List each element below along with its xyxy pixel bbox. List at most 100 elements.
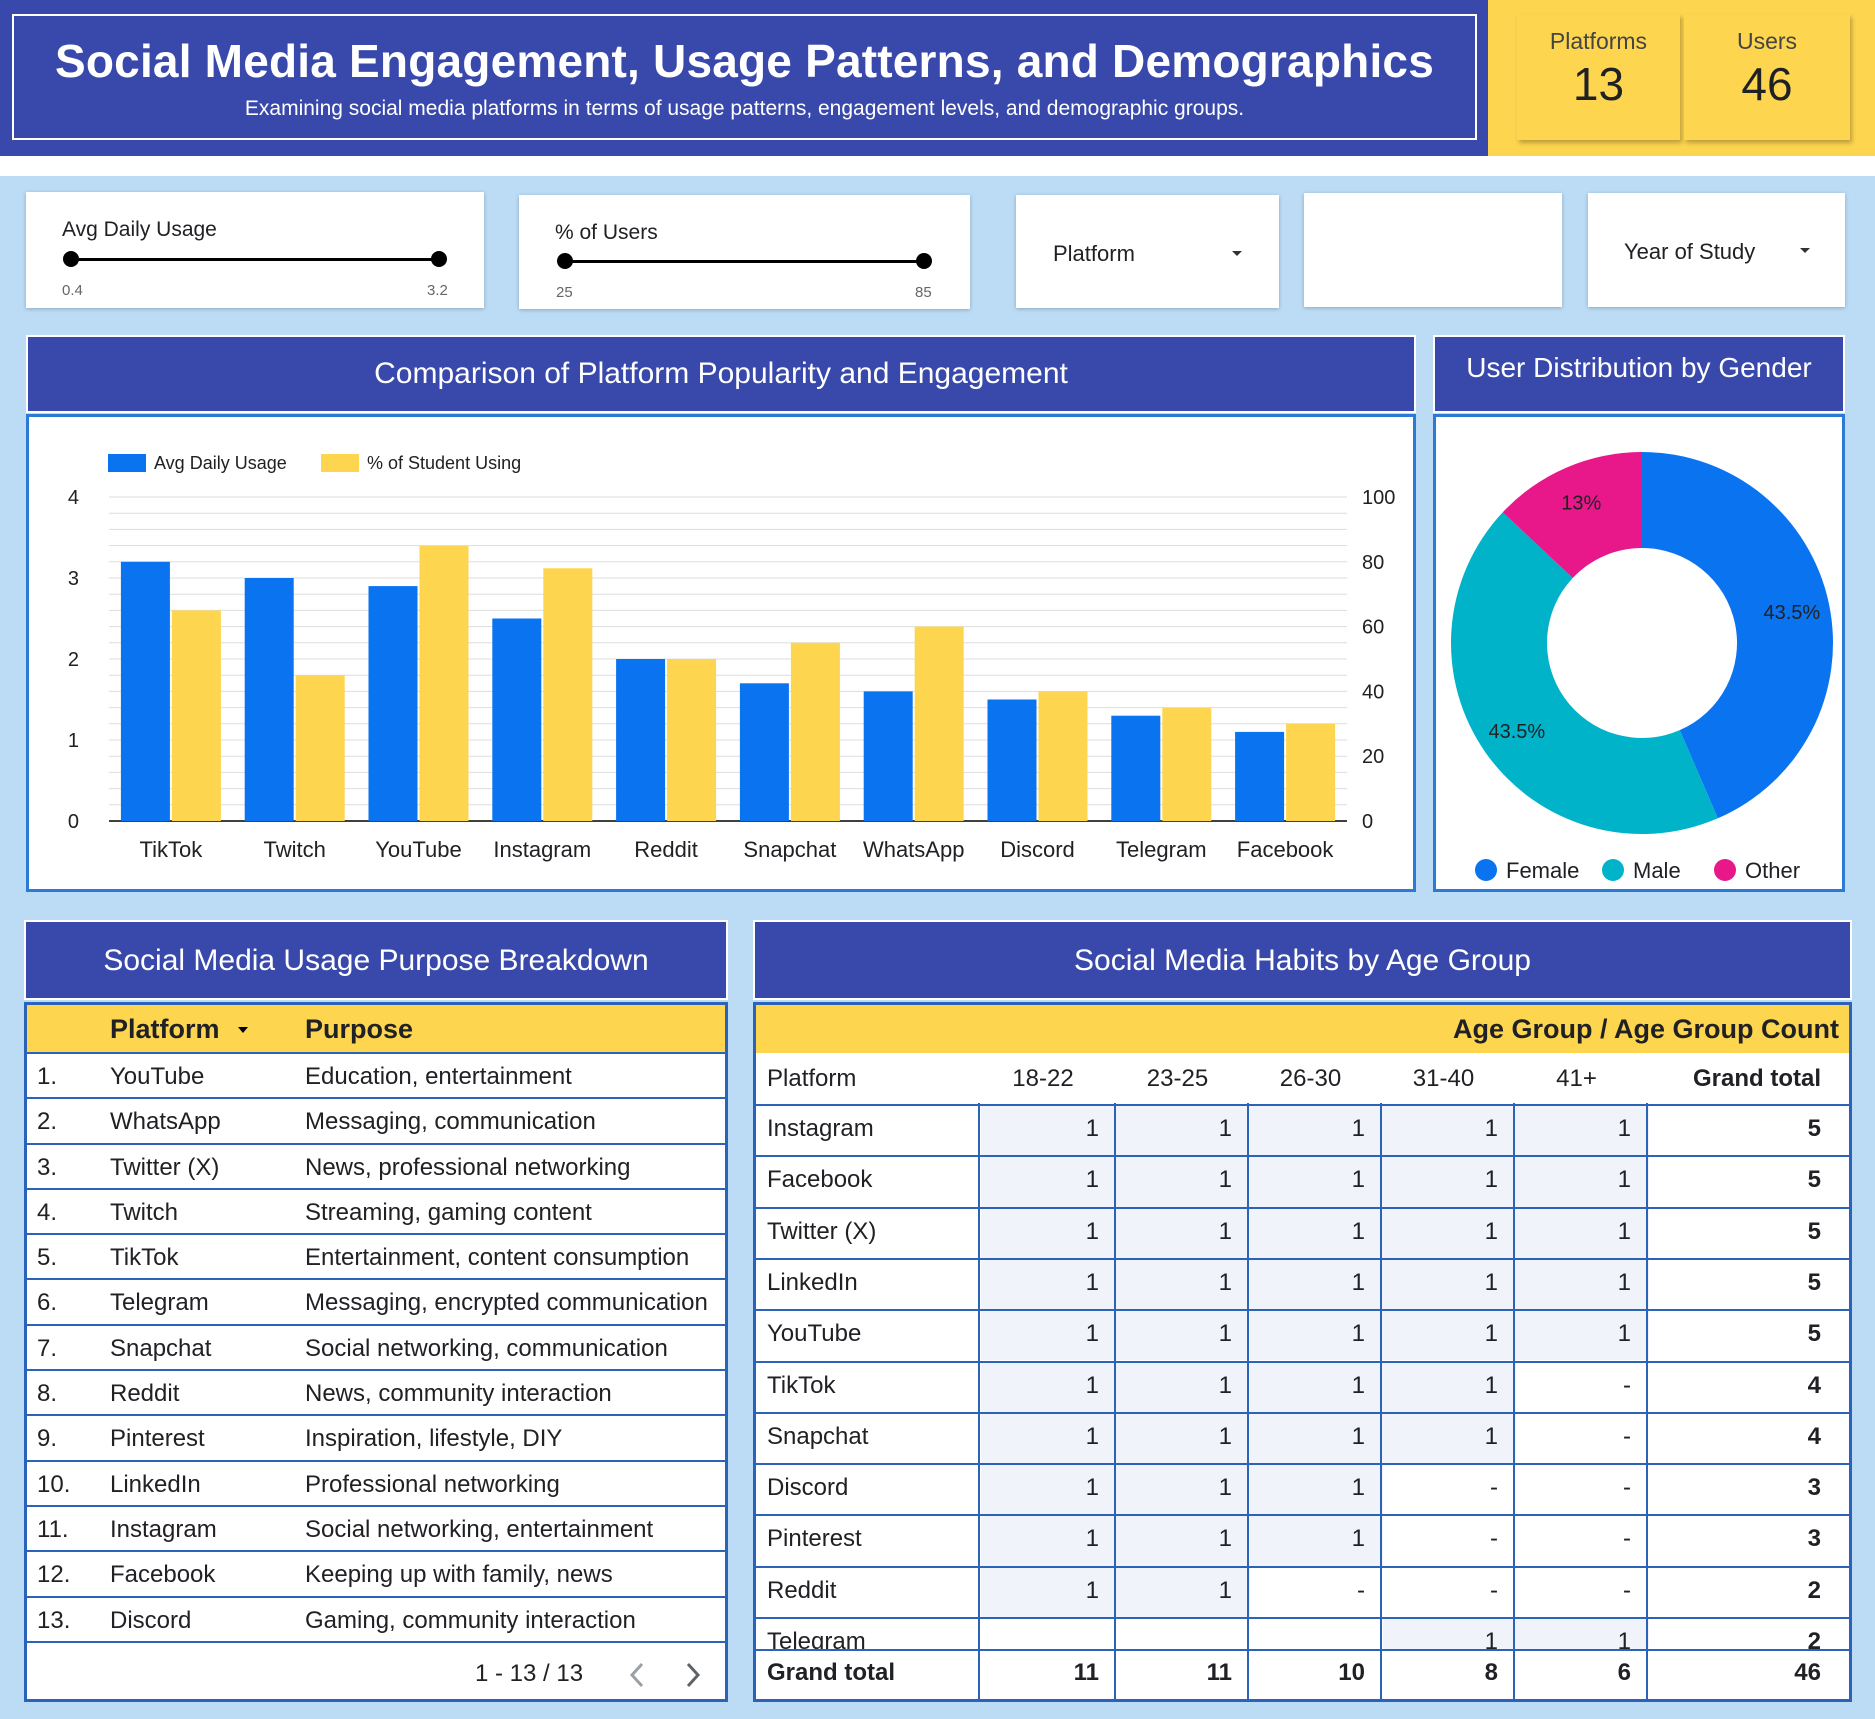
age-cell: 1	[1218, 1166, 1232, 1194]
totals-cell: 8	[1484, 1659, 1498, 1686]
row-number: 9.	[37, 1425, 58, 1453]
age-col-header[interactable]: 18-22	[987, 1065, 1099, 1093]
table-row[interactable]: 13. Discord Gaming, community interaction	[27, 1598, 725, 1643]
table-row[interactable]: 6. Telegram Messaging, encrypted communica…	[27, 1280, 725, 1326]
avg-usage-slider-max-handle[interactable]	[431, 251, 447, 267]
age-cell: -	[1357, 1576, 1365, 1604]
age-row-platform: Instagram	[767, 1115, 874, 1142]
row-purpose: Keeping up with family, news	[305, 1561, 613, 1589]
age-col-header[interactable]: 31-40	[1389, 1065, 1498, 1093]
age-cell: 1	[1484, 1320, 1498, 1348]
age-cell: 1	[1218, 1576, 1232, 1604]
avg-usage-slider-min: 0.4	[62, 282, 83, 299]
age-row-platform: Pinterest	[767, 1525, 862, 1553]
purpose-col-platform[interactable]: Platform	[110, 1014, 220, 1045]
kpi-users-label: Users	[1736, 28, 1798, 54]
row-purpose: Social networking, communication	[305, 1334, 668, 1362]
age-cell: 1	[1085, 1525, 1099, 1553]
row-purpose: News, community interaction	[305, 1380, 612, 1408]
totals-cell: 10	[1338, 1659, 1365, 1686]
avg-usage-slider-track[interactable]	[70, 258, 440, 261]
age-cell: 1	[1351, 1371, 1365, 1399]
age-col-header[interactable]: 41+	[1522, 1065, 1631, 1093]
table-row[interactable]: 8. Reddit News, community interaction	[27, 1371, 725, 1417]
age-cell: 1	[1484, 1422, 1498, 1450]
x-category-label: Instagram	[493, 837, 591, 862]
age-cell: 1	[1218, 1115, 1232, 1142]
x-category-label: Facebook	[1237, 837, 1335, 862]
bar-pct-student-using	[1162, 707, 1212, 821]
bar-avg-daily-usage	[492, 618, 542, 821]
avg-usage-slider-max: 3.2	[427, 282, 448, 299]
pct-users-slider-min-handle[interactable]	[557, 253, 573, 269]
age-col-header[interactable]: Grand total	[1693, 1065, 1821, 1093]
col-divider	[978, 1649, 980, 1699]
chevron-down-icon	[1232, 251, 1242, 256]
bar-pct-student-using	[295, 675, 345, 821]
year-of-study-dropdown[interactable]: Year of Study	[1588, 193, 1845, 307]
avg-usage-slider-label: Avg Daily Usage	[62, 218, 217, 241]
age-col-header[interactable]: 26-30	[1256, 1065, 1365, 1093]
page-title: Social Media Engagement, Usage Patterns,…	[54, 35, 1434, 87]
sort-desc-icon[interactable]	[238, 1027, 248, 1033]
row-platform: Pinterest	[110, 1425, 205, 1453]
avg-usage-slider-min-handle[interactable]	[63, 251, 79, 267]
table-row[interactable]: 9. Pinterest Inspiration, lifestyle, DIY	[27, 1416, 725, 1462]
legend-dot-male	[1602, 859, 1624, 881]
row-platform: Discord	[110, 1606, 192, 1634]
blank-filter-control[interactable]	[1304, 193, 1562, 307]
x-category-label: Discord	[1000, 837, 1075, 862]
bar-avg-daily-usage	[616, 659, 666, 821]
header-box: Social Media Engagement, Usage Patterns,…	[12, 14, 1477, 140]
age-row-platform: YouTube	[767, 1320, 862, 1348]
donut-slice-label: 13%	[1561, 493, 1601, 515]
row-number: 8.	[37, 1380, 58, 1408]
bar-avg-daily-usage	[863, 691, 913, 821]
row-purpose: Professional networking	[305, 1470, 560, 1498]
col-divider	[1380, 1649, 1382, 1699]
age-cell: 1	[1085, 1371, 1099, 1399]
age-cell: 1	[1218, 1422, 1232, 1450]
table-row[interactable]: 11. Instagram Social networking, entertain…	[27, 1507, 725, 1553]
y-left-tick-label: 2	[68, 649, 79, 671]
table-row[interactable]: 10. LinkedIn Professional networking	[27, 1462, 725, 1507]
table-row[interactable]: 1. YouTube Education, entertainment	[27, 1054, 725, 1100]
avg-usage-slider-control[interactable]: Avg Daily Usage 0.4 3.2	[26, 192, 484, 308]
row-platform: Twitch	[110, 1198, 179, 1226]
table-row[interactable]: 12. Facebook Keeping up with family, news	[27, 1552, 725, 1598]
age-cell: 1	[1085, 1474, 1099, 1502]
row-number: 1.	[37, 1063, 58, 1090]
table-row[interactable]: 4. Twitch Streaming, gaming content	[27, 1190, 725, 1236]
kpi-platforms-label: Platforms	[1549, 28, 1648, 54]
age-cell: 1	[1351, 1268, 1365, 1296]
table-row[interactable]: 2. WhatsApp Messaging, communication	[27, 1099, 725, 1145]
col-divider	[1114, 1649, 1116, 1699]
pct-users-slider-track[interactable]	[564, 260, 924, 263]
bar-pct-student-using	[914, 626, 964, 821]
age-row-platform: Snapchat	[767, 1422, 869, 1450]
x-category-label: WhatsApp	[863, 837, 965, 862]
y-left-tick-label: 3	[68, 568, 79, 590]
age-cell: 1	[1085, 1320, 1099, 1348]
age-cell: 1	[1617, 1268, 1631, 1296]
row-purpose: Streaming, gaming content	[305, 1198, 592, 1226]
age-cell: 5	[1807, 1166, 1821, 1194]
table-row[interactable]: 3. Twitter (X) News, professional networki…	[27, 1145, 725, 1190]
age-cell: 1	[1085, 1268, 1099, 1296]
table-row[interactable]: 7. Snapchat Social networking, communicati…	[27, 1326, 725, 1372]
age-cell: 5	[1807, 1268, 1821, 1296]
col-divider	[1646, 1649, 1648, 1699]
age-cell: 1	[1484, 1217, 1498, 1245]
platform-dropdown[interactable]: Platform	[1016, 195, 1279, 308]
table-row[interactable]: 5. TikTok Entertainment, content consumpti…	[27, 1235, 725, 1281]
legend-label-female: Female	[1506, 858, 1579, 883]
pct-users-slider-max-handle[interactable]	[916, 253, 932, 269]
age-row-platform: Reddit	[767, 1576, 837, 1604]
pct-users-slider-control[interactable]: % of Users 25 85	[519, 195, 970, 309]
previous-page-icon[interactable]	[627, 1660, 647, 1690]
bar-chart-panel: 0 1 2 3 4 0 20 40 60 80 100 TikTok Twitch YouTube Inst…	[26, 414, 1416, 892]
donut-slice-label: 43.5%	[1488, 721, 1545, 743]
age-col-header[interactable]: 23-25	[1123, 1065, 1232, 1093]
age-cell: 1	[1617, 1217, 1631, 1245]
next-page-icon[interactable]	[683, 1660, 703, 1690]
